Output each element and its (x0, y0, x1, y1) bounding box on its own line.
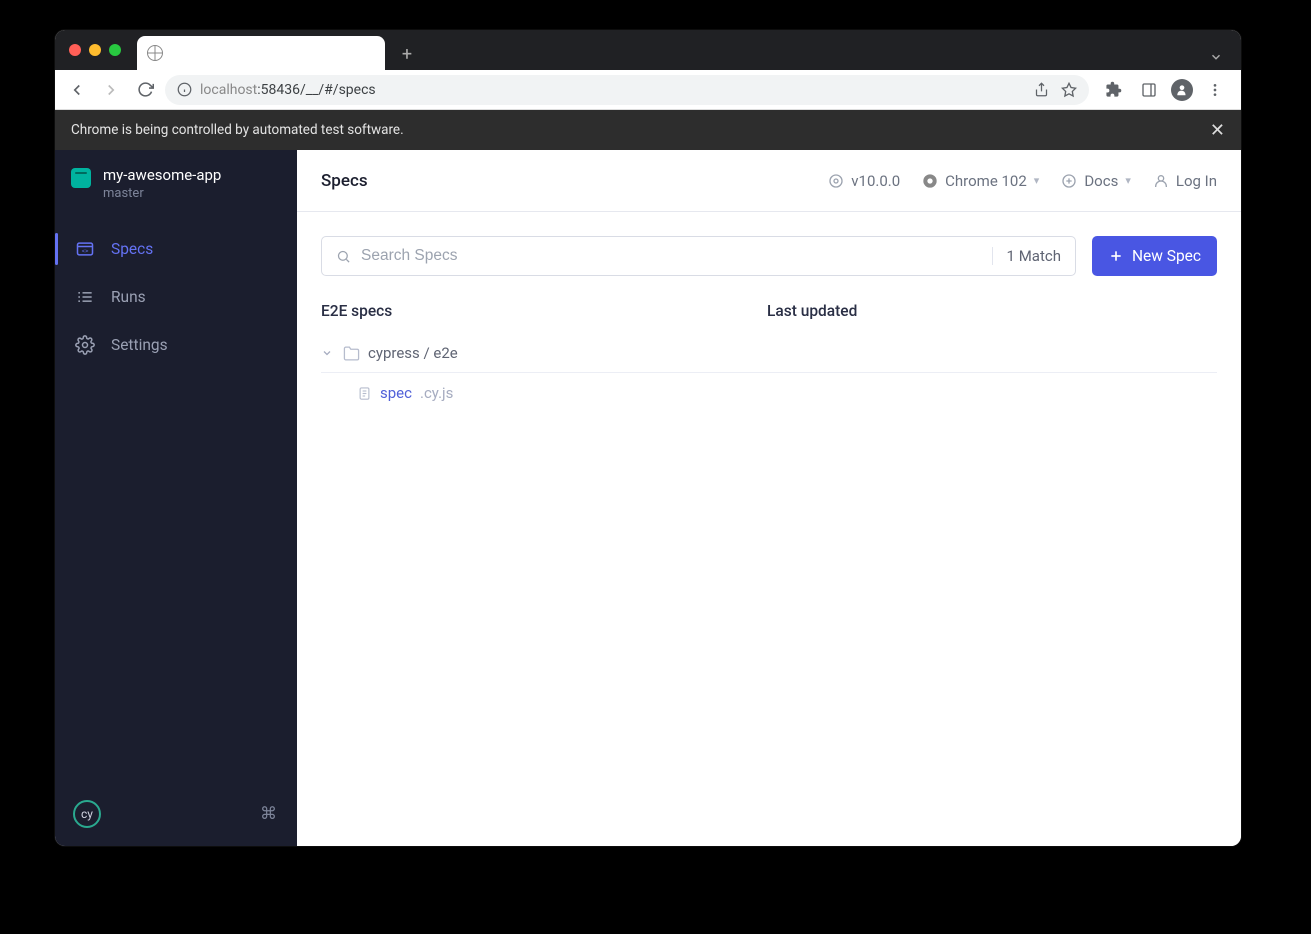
search-box[interactable]: 1 Match (321, 236, 1076, 276)
svg-text:<>: <> (82, 247, 89, 255)
new-spec-button[interactable]: New Spec (1092, 236, 1217, 276)
user-icon (1153, 173, 1169, 189)
spec-extension: .cy.js (420, 384, 453, 402)
folder-row[interactable]: cypress / e2e (321, 334, 1217, 373)
cypress-logo[interactable]: cy (73, 800, 101, 828)
tab-overflow-button[interactable] (1209, 50, 1233, 70)
chrome-icon (922, 173, 938, 189)
search-match-count: 1 Match (992, 247, 1061, 265)
docs-link[interactable]: Docs ▾ (1061, 172, 1131, 190)
sidebar: my-awesome-app master <> Specs Runs (55, 150, 297, 846)
sidebar-item-label: Runs (111, 288, 146, 306)
column-specs: E2E specs (321, 302, 767, 320)
browser-window: + localhost:58436/__/#/specs (55, 30, 1241, 846)
active-tab[interactable] (137, 36, 385, 70)
document-icon (357, 386, 372, 401)
url-text: localhost:58436/__/#/specs (200, 82, 376, 98)
window-controls (63, 30, 131, 70)
search-row: 1 Match New Spec (297, 212, 1241, 276)
profile-button[interactable] (1171, 79, 1193, 101)
chevron-down-icon: ▾ (1125, 174, 1131, 187)
site-info-icon[interactable] (177, 82, 192, 97)
side-panel-button[interactable] (1135, 76, 1163, 104)
minimize-window-button[interactable] (89, 44, 101, 56)
share-icon[interactable] (1034, 82, 1049, 97)
spec-name: spec (380, 384, 412, 402)
back-button[interactable] (63, 76, 91, 104)
runs-icon (75, 287, 95, 307)
content: Specs v10.0.0 Chrome 102 ▾ (297, 150, 1241, 846)
content-header: Specs v10.0.0 Chrome 102 ▾ (297, 150, 1241, 212)
project-header[interactable]: my-awesome-app master (55, 150, 297, 219)
spec-tree: cypress / e2e spec .cy.js (297, 334, 1241, 413)
plus-icon (1108, 248, 1124, 264)
folder-label: cypress / e2e (368, 344, 458, 362)
search-input[interactable] (351, 247, 982, 265)
project-icon (71, 168, 91, 188)
forward-button[interactable] (97, 76, 125, 104)
column-updated: Last updated (767, 302, 857, 320)
browser-selector[interactable]: Chrome 102 ▾ (922, 172, 1039, 190)
version-icon (828, 173, 844, 189)
address-bar[interactable]: localhost:58436/__/#/specs (165, 75, 1089, 105)
chevron-down-icon (321, 347, 335, 359)
spec-row[interactable]: spec .cy.js (321, 373, 1217, 413)
extensions-button[interactable] (1099, 76, 1127, 104)
close-window-button[interactable] (69, 44, 81, 56)
keyboard-shortcuts-icon[interactable]: ⌘ (260, 804, 277, 824)
reload-button[interactable] (131, 76, 159, 104)
specs-icon: <> (75, 239, 95, 259)
chevron-down-icon: ▾ (1034, 174, 1040, 187)
automation-infobar: Chrome is being controlled by automated … (55, 110, 1241, 150)
tab-favicon-globe-icon (147, 45, 163, 61)
page-title: Specs (321, 171, 368, 191)
folder-icon (343, 345, 360, 362)
version-item[interactable]: v10.0.0 (828, 172, 900, 190)
sidebar-item-runs[interactable]: Runs (55, 273, 297, 321)
new-tab-button[interactable]: + (393, 40, 421, 68)
sidebar-item-specs[interactable]: <> Specs (55, 225, 297, 273)
tab-strip: + (55, 30, 1241, 70)
project-name: my-awesome-app (103, 166, 221, 184)
sidebar-item-label: Settings (111, 336, 168, 354)
maximize-window-button[interactable] (109, 44, 121, 56)
sidebar-footer: cy ⌘ (55, 784, 297, 846)
gear-icon (75, 335, 95, 355)
docs-icon (1061, 173, 1077, 189)
sidebar-item-settings[interactable]: Settings (55, 321, 297, 369)
sidebar-item-label: Specs (111, 240, 153, 258)
project-branch: master (103, 186, 221, 201)
infobar-text: Chrome is being controlled by automated … (71, 122, 404, 138)
browser-toolbar: localhost:58436/__/#/specs (55, 70, 1241, 110)
menu-button[interactable] (1201, 76, 1229, 104)
cypress-app: my-awesome-app master <> Specs Runs (55, 150, 1241, 846)
login-button[interactable]: Log In (1153, 172, 1217, 190)
columns-header: E2E specs Last updated (297, 276, 1241, 334)
bookmark-icon[interactable] (1061, 82, 1077, 98)
search-icon (336, 249, 351, 264)
infobar-close-button[interactable]: ✕ (1210, 120, 1225, 141)
sidebar-nav: <> Specs Runs Settings (55, 219, 297, 369)
